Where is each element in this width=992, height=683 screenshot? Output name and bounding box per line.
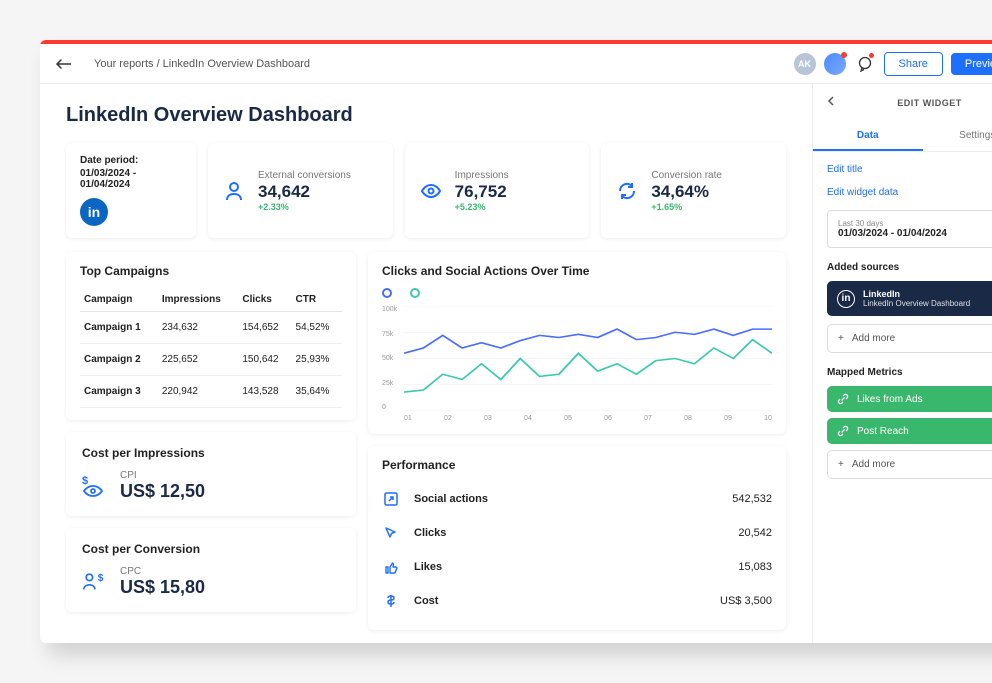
performance-row: Likes15,083 bbox=[382, 550, 772, 584]
cpc-label: CPC bbox=[120, 566, 205, 577]
preview-button[interactable]: Preview bbox=[951, 53, 992, 75]
kpi-value: 34,64% bbox=[651, 182, 722, 202]
date-range: 01/03/2024 - 01/04/2024 bbox=[80, 168, 182, 190]
link-icon bbox=[837, 425, 849, 437]
metric-chip[interactable]: Likes from Ads bbox=[827, 386, 992, 412]
linkedin-small-icon: in bbox=[837, 290, 855, 308]
plus-icon: + bbox=[838, 459, 844, 470]
table-row: Campaign 3220,942143,52835,64% bbox=[80, 376, 342, 408]
sidebar-back-button[interactable] bbox=[827, 94, 841, 112]
tab-data[interactable]: Data bbox=[813, 122, 923, 151]
kpi-label: External conversions bbox=[258, 170, 351, 181]
table-header: CTR bbox=[292, 288, 342, 312]
kpi-value: 34,642 bbox=[258, 182, 351, 202]
edit-widget-data-link[interactable]: Edit widget data▾ bbox=[827, 187, 992, 198]
cpi-title: Cost per Impressions bbox=[82, 446, 340, 460]
date-period-card: Date period: 01/03/2024 - 01/04/2024 in bbox=[66, 143, 196, 238]
campaigns-title: Top Campaigns bbox=[80, 264, 342, 278]
perf-icon bbox=[382, 490, 400, 508]
perf-value: 542,532 bbox=[732, 493, 772, 505]
performance-row: Social actions542,532 bbox=[382, 482, 772, 516]
metric-chip[interactable]: Post Reach bbox=[827, 418, 992, 444]
cost-per-impressions-card: Cost per Impressions $ CPI US$ 12,50 bbox=[66, 432, 356, 516]
svg-text:$: $ bbox=[98, 573, 104, 584]
mapped-metrics-label: Mapped Metrics bbox=[827, 367, 992, 378]
kpi-impressions: Impressions 76,752 +5.23% bbox=[405, 143, 590, 238]
table-header: Clicks bbox=[238, 288, 291, 312]
table-header: Impressions bbox=[158, 288, 239, 312]
source-name: LinkedIn bbox=[863, 289, 970, 299]
refresh-icon bbox=[615, 179, 639, 203]
linkedin-icon: in bbox=[80, 198, 108, 226]
edit-widget-sidebar: EDIT WIDGET Data Settings Edit title› Ed… bbox=[812, 84, 992, 643]
added-sources-label: Added sources bbox=[827, 262, 992, 273]
perf-icon bbox=[382, 592, 400, 610]
perf-icon bbox=[382, 524, 400, 542]
performance-row: Clicks20,542 bbox=[382, 516, 772, 550]
avatar-user1[interactable]: AK bbox=[794, 53, 816, 75]
legend-series-b bbox=[410, 288, 420, 298]
plus-icon: + bbox=[838, 333, 844, 344]
add-metric-button[interactable]: +Add more bbox=[827, 450, 992, 479]
tab-settings[interactable]: Settings bbox=[923, 122, 992, 151]
kpi-delta: +2.33% bbox=[258, 202, 351, 212]
kpi-label: Impressions bbox=[455, 170, 509, 181]
cpc-value: US$ 15,80 bbox=[120, 577, 205, 598]
topbar: Your reports / LinkedIn Overview Dashboa… bbox=[40, 44, 992, 84]
kpi-delta: +1.65% bbox=[651, 202, 722, 212]
chart-title: Clicks and Social Actions Over Time bbox=[382, 264, 772, 278]
perf-value: 20,542 bbox=[738, 527, 772, 539]
table-header: Campaign bbox=[80, 288, 158, 312]
breadcrumb[interactable]: Your reports / LinkedIn Overview Dashboa… bbox=[94, 58, 310, 70]
kpi-external-conversions: External conversions 34,642 +2.33% bbox=[208, 143, 393, 238]
source-linkedin[interactable]: in LinkedIn LinkedIn Overview Dashboard bbox=[827, 281, 992, 316]
date-preset-label: Last 30 days bbox=[838, 219, 947, 228]
source-subtitle: LinkedIn Overview Dashboard bbox=[863, 299, 970, 308]
legend-series-a bbox=[382, 288, 392, 298]
cpi-value: US$ 12,50 bbox=[120, 481, 205, 502]
cpc-icon: $ bbox=[82, 570, 106, 594]
add-source-button[interactable]: +Add more bbox=[827, 324, 992, 353]
person-icon bbox=[222, 179, 246, 203]
cpc-title: Cost per Conversion bbox=[82, 542, 340, 556]
performance-title: Performance bbox=[382, 458, 772, 472]
chart-card: Clicks and Social Actions Over Time 100k… bbox=[368, 252, 786, 434]
perf-icon bbox=[382, 558, 400, 576]
kpi-label: Conversion rate bbox=[651, 170, 722, 181]
kpi-delta: +5.23% bbox=[455, 202, 509, 212]
edit-title-link[interactable]: Edit title› bbox=[827, 164, 992, 175]
avatar-user2[interactable] bbox=[824, 53, 846, 75]
table-row: Campaign 1234,632154,65254,52% bbox=[80, 312, 342, 344]
perf-name: Social actions bbox=[414, 493, 732, 505]
app-window: Your reports / LinkedIn Overview Dashboa… bbox=[40, 40, 992, 643]
svg-text:$: $ bbox=[82, 475, 88, 487]
table-row: Campaign 2225,652150,64225,93% bbox=[80, 344, 342, 376]
kpi-conversion-rate: Conversion rate 34,64% +1.65% bbox=[601, 143, 786, 238]
kpi-value: 76,752 bbox=[455, 182, 509, 202]
cpi-icon: $ bbox=[82, 474, 106, 498]
main-content: LinkedIn Overview Dashboard Date period:… bbox=[40, 84, 812, 643]
top-campaigns-card: Top Campaigns CampaignImpressionsClicksC… bbox=[66, 252, 356, 420]
campaigns-table: CampaignImpressionsClicksCTR Campaign 12… bbox=[80, 288, 342, 408]
date-range-value: 01/03/2024 - 01/04/2024 bbox=[838, 228, 947, 239]
back-button[interactable] bbox=[54, 55, 72, 73]
perf-name: Cost bbox=[414, 595, 720, 607]
page-title: LinkedIn Overview Dashboard bbox=[66, 104, 786, 127]
date-range-selector[interactable]: Last 30 days 01/03/2024 - 01/04/2024 bbox=[827, 210, 992, 248]
link-icon bbox=[837, 393, 849, 405]
performance-card: Performance Social actions542,532Clicks2… bbox=[368, 446, 786, 630]
chart-area: 100k75k50k25k0 bbox=[382, 306, 772, 411]
perf-name: Likes bbox=[414, 561, 738, 573]
cost-per-conversion-card: Cost per Conversion $ CPC US$ 15,80 bbox=[66, 528, 356, 612]
cpi-label: CPI bbox=[120, 470, 205, 481]
perf-name: Clicks bbox=[414, 527, 738, 539]
eye-icon bbox=[419, 179, 443, 203]
date-label: Date period: bbox=[80, 155, 182, 166]
sidebar-title: EDIT WIDGET bbox=[841, 98, 992, 108]
perf-value: US$ 3,500 bbox=[720, 595, 772, 607]
chat-icon[interactable] bbox=[854, 53, 876, 75]
performance-row: CostUS$ 3,500 bbox=[382, 584, 772, 618]
perf-value: 15,083 bbox=[738, 561, 772, 573]
share-button[interactable]: Share bbox=[884, 52, 943, 76]
